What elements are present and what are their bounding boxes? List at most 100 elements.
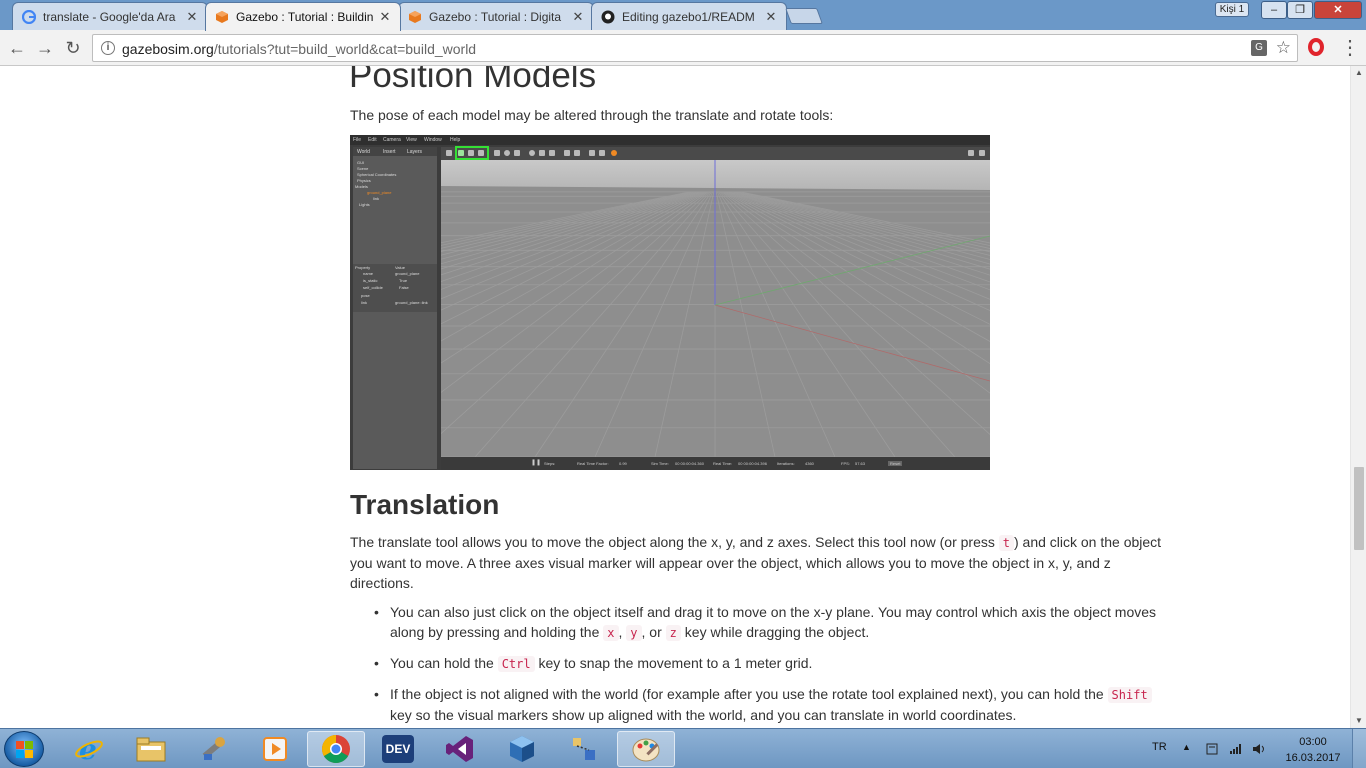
reload-button[interactable]: ↻ xyxy=(62,37,84,59)
system-clock[interactable]: 03:00 16.03.2017 xyxy=(1282,734,1344,766)
gz-tree-item: Physics xyxy=(357,178,371,183)
snap-icon xyxy=(599,150,605,156)
network-signal-icon[interactable] xyxy=(1229,743,1243,755)
bookmark-star-icon[interactable]: ☆ xyxy=(1276,38,1291,58)
window-close-button[interactable]: ✕ xyxy=(1314,1,1362,19)
section-heading-position-models: Position Models xyxy=(349,66,597,95)
cylinder-shape-icon xyxy=(514,150,520,156)
gz-realtime-label: Real Time: xyxy=(713,461,733,466)
file-explorer-icon[interactable] xyxy=(122,731,180,767)
key-code-ctrl: Ctrl xyxy=(497,656,535,672)
gazebo-status-bar: ❚❚ Steps: Real Time Factor: 0.99 Sim Tim… xyxy=(441,457,990,470)
gazebo-toolbar xyxy=(441,147,990,160)
translate-icon[interactable]: G xyxy=(1251,40,1267,56)
paste-icon xyxy=(574,150,580,156)
volume-icon[interactable] xyxy=(1252,743,1266,755)
ie-icon[interactable]: e xyxy=(60,731,118,767)
new-tab-button[interactable] xyxy=(785,8,823,24)
gz-prop-key: pose xyxy=(361,293,370,298)
windows-logo-icon xyxy=(16,741,34,759)
record-icon xyxy=(611,150,617,156)
close-icon[interactable]: ✕ xyxy=(185,9,199,25)
gazebo-property-table: Property Value name ground_plane is_stat… xyxy=(353,264,437,312)
gazebo-icon xyxy=(214,9,230,25)
network-tool-icon[interactable] xyxy=(555,731,613,767)
maximize-button[interactable]: ❐ xyxy=(1287,1,1313,19)
pose-description: The pose of each model may be altered th… xyxy=(350,107,834,123)
page-content: Position Models The pose of each model m… xyxy=(0,66,1350,728)
tab-github-edit[interactable]: Editing gazebo1/READM ✕ xyxy=(591,2,787,30)
devcpp-icon[interactable]: DEV xyxy=(369,731,427,767)
gz-rtf-label: Real Time Factor: xyxy=(577,461,609,466)
gz-prop-value: ground_plane xyxy=(395,271,420,276)
spot-light-icon xyxy=(539,150,545,156)
list-item: You can also just click on the object it… xyxy=(350,602,1165,643)
text-run: If the object is not aligned with the wo… xyxy=(390,686,1108,702)
gazebo-left-panel: World Insert Layers GUI Scene Spherical … xyxy=(353,147,437,469)
menu-icon[interactable]: ⋮ xyxy=(1340,38,1360,58)
gz-menu-edit: Edit xyxy=(368,137,377,143)
gz-prop-value: ground_plane::link xyxy=(395,300,428,305)
close-icon[interactable]: ✕ xyxy=(764,9,778,25)
vertical-scrollbar[interactable]: ▲ ▼ xyxy=(1350,66,1366,728)
gz-steps-label: Steps: xyxy=(544,461,556,466)
close-icon[interactable]: ✕ xyxy=(571,9,585,25)
gz-tab-insert: Insert xyxy=(383,149,396,155)
tab-title: translate - Google'da Ara xyxy=(43,9,176,24)
virtualbox-icon[interactable] xyxy=(493,731,551,767)
gz-menu-file: File xyxy=(353,137,362,143)
gz-iterations-value: 4360 xyxy=(805,461,814,466)
tab-gazebo-building[interactable]: Gazebo : Tutorial : Buildin ✕ xyxy=(205,2,401,31)
tab-gazebo-digital[interactable]: Gazebo : Tutorial : Digita ✕ xyxy=(398,2,594,30)
back-button[interactable]: ← xyxy=(6,37,28,59)
visual-studio-icon[interactable] xyxy=(431,731,489,767)
tab-title: Gazebo : Tutorial : Buildin xyxy=(236,10,374,24)
gz-reset-button: Reset xyxy=(888,461,903,466)
scroll-thumb[interactable] xyxy=(1354,467,1364,550)
language-indicator[interactable]: TR xyxy=(1152,741,1167,753)
show-desktop-button[interactable] xyxy=(1352,729,1366,768)
url-path: /tutorials?tut=build_world&cat=build_wor… xyxy=(213,41,477,57)
opera-icon[interactable] xyxy=(1308,38,1324,56)
minimize-button[interactable]: – xyxy=(1261,1,1287,19)
gz-tree-item: Models xyxy=(355,184,368,189)
gz-prop-header: Value xyxy=(395,265,405,270)
select-tool-icon xyxy=(446,150,452,156)
align-icon xyxy=(589,150,595,156)
media-player-icon[interactable] xyxy=(246,731,304,767)
address-bar[interactable]: i gazebosim.org/tutorials?tut=build_worl… xyxy=(92,34,1298,62)
translate-tool-highlight xyxy=(455,146,489,160)
info-icon[interactable]: i xyxy=(101,41,115,55)
tools-icon[interactable] xyxy=(184,731,242,767)
start-button[interactable] xyxy=(4,731,44,767)
tab-title: Gazebo : Tutorial : Digita xyxy=(429,9,562,24)
gz-fps-value: 57.63 xyxy=(855,461,866,466)
url-host: gazebosim.org xyxy=(122,41,214,57)
section-heading-translation: Translation xyxy=(350,489,500,520)
key-code-shift: Shift xyxy=(1107,687,1152,703)
scroll-up-arrow-icon[interactable]: ▲ xyxy=(1351,66,1366,80)
gazebo-screenshot: File Edit Camera View Window Help World … xyxy=(350,135,990,470)
list-item: If the object is not aligned with the wo… xyxy=(350,684,1165,725)
gazebo-menubar: File Edit Camera View Window Help xyxy=(350,135,990,145)
url-text[interactable]: gazebosim.org/tutorials?tut=build_world&… xyxy=(122,41,476,57)
show-hidden-icons-arrow-icon[interactable]: ▲ xyxy=(1182,742,1191,752)
key-code-x: x xyxy=(603,625,619,641)
close-icon[interactable]: ✕ xyxy=(378,9,392,25)
log-icon xyxy=(979,150,985,156)
gz-tree-item: Lights xyxy=(359,202,370,207)
copy-icon xyxy=(564,150,570,156)
scroll-down-arrow-icon[interactable]: ▼ xyxy=(1351,714,1366,728)
text-run: , or xyxy=(641,624,666,640)
chrome-icon[interactable] xyxy=(307,731,365,767)
gazebo-icon xyxy=(407,9,423,25)
action-center-flag-icon[interactable] xyxy=(1205,743,1219,755)
profile-button[interactable]: Kişi 1 xyxy=(1215,2,1249,17)
tab-google-search[interactable]: translate - Google'da Ara ✕ xyxy=(12,2,208,30)
gz-tree-item-selected: ground_plane xyxy=(367,190,392,195)
box-shape-icon xyxy=(494,150,500,156)
screenshot-icon xyxy=(968,150,974,156)
forward-button[interactable]: → xyxy=(34,37,56,59)
paint-icon[interactable] xyxy=(617,731,675,767)
gz-tree-item: GUI xyxy=(357,160,365,165)
